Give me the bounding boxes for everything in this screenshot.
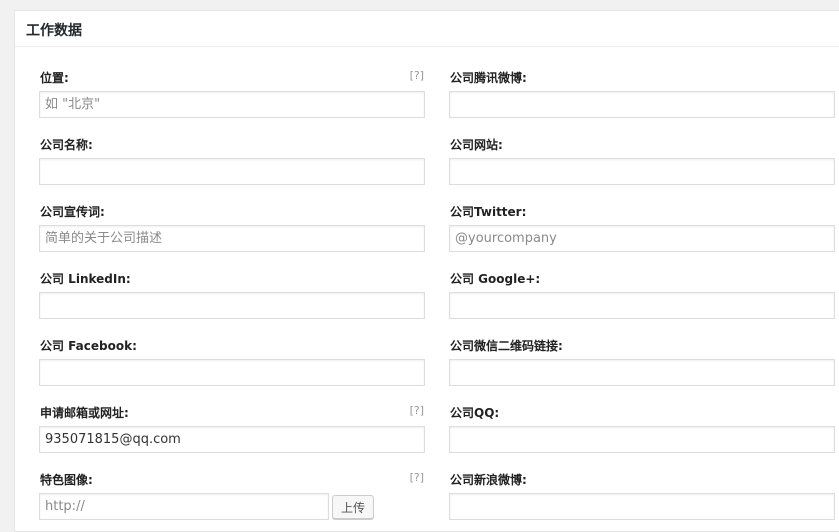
- location-input[interactable]: [39, 91, 425, 118]
- field-company-sina-weibo: 公司新浪微博:: [449, 471, 835, 531]
- field-company-linkedin: 公司 LinkedIn:: [39, 270, 425, 330]
- company-wechat-qr-input[interactable]: [449, 359, 835, 386]
- application-email-label: 申请邮箱或网址:: [40, 406, 129, 420]
- company-sina-weibo-input[interactable]: [449, 493, 835, 520]
- company-tencent-weibo-label: 公司腾讯微博:: [450, 71, 527, 85]
- featured-image-help-icon[interactable]: [?]: [410, 471, 424, 484]
- company-google-plus-label: 公司 Google+:: [450, 272, 541, 286]
- featured-image-label: 特色图像:: [40, 473, 93, 487]
- field-location: 位置: [?]: [39, 69, 425, 129]
- field-company-facebook: 公司 Facebook:: [39, 337, 425, 397]
- company-qq-input[interactable]: [449, 426, 835, 453]
- company-tagline-input[interactable]: [39, 225, 425, 252]
- company-name-input[interactable]: [39, 158, 425, 185]
- company-tencent-weibo-input[interactable]: [449, 91, 835, 118]
- company-twitter-input[interactable]: [449, 225, 835, 252]
- location-help-icon[interactable]: [?]: [410, 69, 424, 82]
- company-facebook-input[interactable]: [39, 359, 425, 386]
- company-facebook-label: 公司 Facebook:: [40, 339, 137, 353]
- company-sina-weibo-label: 公司新浪微博:: [450, 473, 527, 487]
- field-company-google-plus: 公司 Google+:: [449, 270, 835, 330]
- company-twitter-label: 公司Twitter:: [450, 205, 527, 219]
- field-company-tencent-weibo: 公司腾讯微博:: [449, 69, 835, 129]
- company-name-label: 公司名称:: [40, 138, 93, 152]
- company-website-input[interactable]: [449, 158, 835, 185]
- company-linkedin-label: 公司 LinkedIn:: [40, 272, 131, 286]
- application-email-input[interactable]: [39, 426, 425, 453]
- field-application-email: 申请邮箱或网址: [?]: [39, 404, 425, 464]
- field-company-qq: 公司QQ:: [449, 404, 835, 464]
- panel-header[interactable]: 工作数据: [15, 11, 839, 47]
- location-label: 位置:: [40, 71, 69, 85]
- field-company-tagline: 公司宣传词:: [39, 203, 425, 263]
- company-tagline-label: 公司宣传词:: [40, 205, 105, 219]
- panel-title: 工作数据: [26, 23, 82, 39]
- company-wechat-qr-label: 公司微信二维码链接:: [450, 339, 563, 353]
- field-company-website: 公司网站:: [449, 136, 835, 196]
- field-company-twitter: 公司Twitter:: [449, 203, 835, 263]
- company-linkedin-input[interactable]: [39, 292, 425, 319]
- company-website-label: 公司网站:: [450, 138, 503, 152]
- field-featured-image: 特色图像: [?] 上传: [39, 471, 425, 531]
- company-google-plus-input[interactable]: [449, 292, 835, 319]
- upload-button[interactable]: 上传: [332, 495, 375, 519]
- featured-image-url-input[interactable]: [39, 493, 329, 520]
- job-data-panel: 工作数据 位置: [?] 公司名称: 公司宣传词: 公司 LinkedIn: 公…: [14, 10, 839, 532]
- company-qq-label: 公司QQ:: [450, 406, 500, 420]
- field-company-wechat-qr: 公司微信二维码链接:: [449, 337, 835, 397]
- application-email-help-icon[interactable]: [?]: [410, 404, 424, 417]
- field-company-name: 公司名称:: [39, 136, 425, 196]
